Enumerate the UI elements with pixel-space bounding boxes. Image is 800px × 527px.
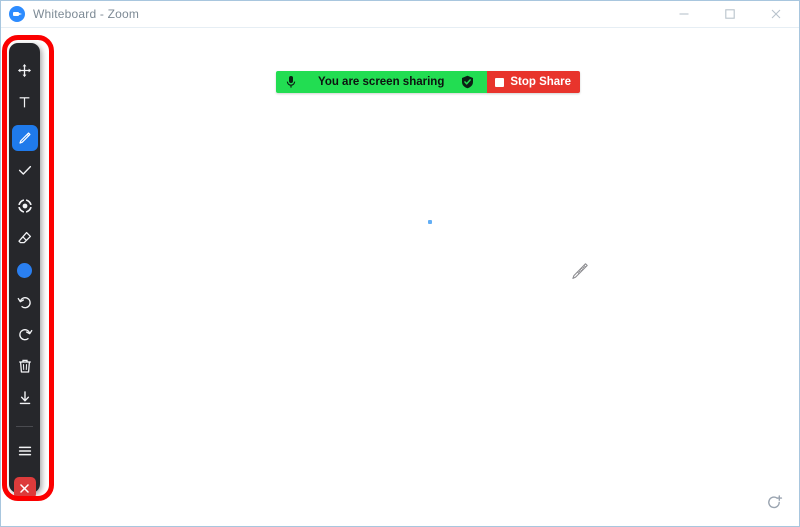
whiteboard-window: Whiteboard - Zoom You are screen sharing… (0, 0, 800, 527)
stop-square-icon (495, 77, 505, 87)
whiteboard-canvas[interactable]: You are screen sharing Stop Share (1, 28, 799, 526)
toolbar-divider (16, 426, 33, 427)
shield-check-icon[interactable] (460, 75, 475, 90)
tool-undo[interactable] (12, 289, 38, 315)
tool-draw[interactable] (11, 125, 38, 151)
window-controls (661, 1, 799, 27)
tool-clear-trash[interactable] (12, 353, 38, 379)
blue-ink-dot (428, 220, 432, 224)
tool-save[interactable] (12, 385, 38, 411)
minimize-button[interactable] (661, 1, 707, 28)
stop-share-label: Stop Share (510, 76, 572, 88)
tool-spotlight[interactable] (12, 193, 38, 219)
tool-close-whiteboard[interactable] (13, 477, 36, 499)
tool-text[interactable] (12, 89, 38, 115)
stop-share-button[interactable]: Stop Share (487, 71, 581, 93)
pencil-cursor (567, 260, 591, 284)
tool-select[interactable] (12, 57, 38, 83)
sharing-status-text: You are screen sharing (318, 76, 445, 88)
title-bar: Whiteboard - Zoom (1, 1, 799, 28)
whiteboard-toolbar (9, 43, 40, 499)
microphone-icon[interactable] (284, 74, 298, 90)
close-button[interactable] (753, 1, 799, 28)
sharing-status: You are screen sharing (276, 71, 488, 93)
screen-sharing-banner: You are screen sharing Stop Share (276, 71, 581, 93)
tool-more-menu[interactable] (12, 438, 38, 464)
window-title: Whiteboard - Zoom (33, 7, 140, 21)
tool-format-color[interactable] (12, 257, 38, 283)
tool-redo[interactable] (12, 321, 38, 347)
tool-eraser[interactable] (12, 225, 38, 251)
new-page-icon[interactable] (761, 490, 787, 516)
color-dot-icon (17, 262, 32, 278)
zoom-logo-icon (9, 6, 25, 22)
maximize-button[interactable] (707, 1, 753, 28)
tool-stamp[interactable] (12, 157, 38, 183)
